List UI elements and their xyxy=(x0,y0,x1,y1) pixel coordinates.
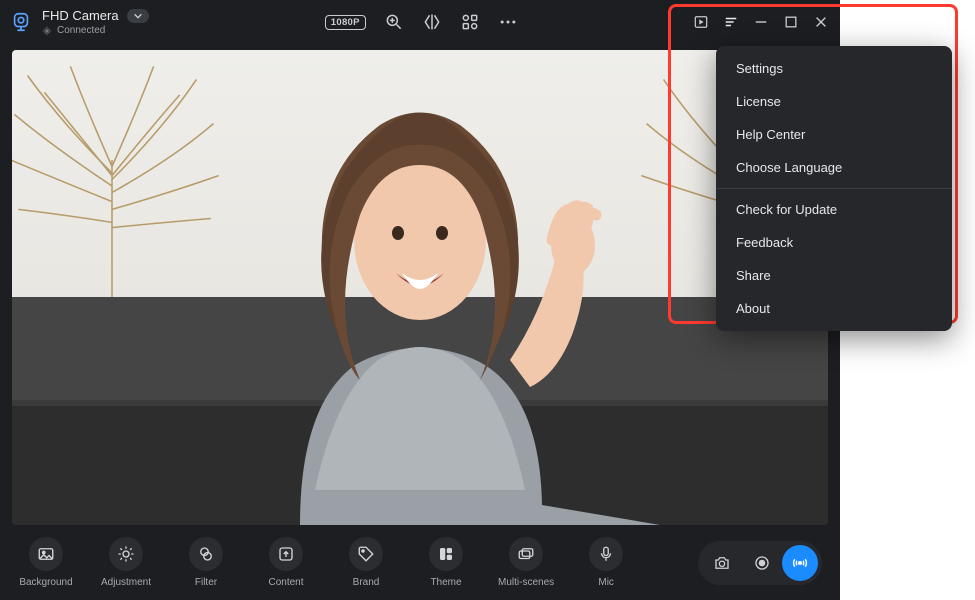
camera-preview xyxy=(12,50,828,525)
status-row: Connected xyxy=(42,25,149,36)
layout-button[interactable] xyxy=(460,12,480,32)
maximize-button[interactable] xyxy=(784,15,798,29)
menu-divider xyxy=(716,188,952,189)
titlebar-left: FHD Camera Connected xyxy=(10,8,149,36)
broadcast-icon xyxy=(791,554,809,572)
image-icon xyxy=(37,545,55,563)
upload-icon xyxy=(277,545,295,563)
camera-icon xyxy=(713,554,731,572)
record-icon xyxy=(753,554,771,572)
more-icon xyxy=(498,12,518,32)
menu-item-settings[interactable]: Settings xyxy=(716,52,952,85)
minimize-icon xyxy=(754,15,768,29)
tag-icon xyxy=(357,545,375,563)
camera-dropdown-toggle[interactable] xyxy=(127,9,149,23)
tool-label: Theme xyxy=(430,577,461,588)
play-window-icon xyxy=(694,15,708,29)
tool-label: Brand xyxy=(353,577,380,588)
filter-icon xyxy=(197,545,215,563)
webcam-icon xyxy=(10,11,32,33)
tool-label: Multi-scenes xyxy=(498,577,554,588)
zoom-in-icon xyxy=(384,12,404,32)
menu-item-about[interactable]: About xyxy=(716,292,952,325)
app-title: FHD Camera xyxy=(42,8,119,23)
menu-icon xyxy=(724,15,738,29)
tool-theme[interactable]: Theme xyxy=(418,537,474,588)
pip-button[interactable] xyxy=(694,15,708,29)
main-menu-dropdown: Settings License Help Center Choose Lang… xyxy=(716,46,952,331)
menu-item-feedback[interactable]: Feedback xyxy=(716,226,952,259)
menu-item-help[interactable]: Help Center xyxy=(716,118,952,151)
tool-brand[interactable]: Brand xyxy=(338,537,394,588)
bottombar: Background Adjustment Filter Content Bra… xyxy=(0,525,840,600)
titlebar: FHD Camera Connected 1080P xyxy=(0,0,840,44)
tool-label: Content xyxy=(268,577,303,588)
tools-right xyxy=(698,541,822,585)
titlebar-center: 1080P xyxy=(325,12,518,32)
mic-icon xyxy=(597,545,615,563)
connection-icon xyxy=(42,26,52,36)
maximize-icon xyxy=(784,15,798,29)
menu-item-license[interactable]: License xyxy=(716,85,952,118)
brightness-icon xyxy=(117,545,135,563)
tool-filter[interactable]: Filter xyxy=(178,537,234,588)
tool-mic[interactable]: Mic xyxy=(578,537,634,588)
tool-label: Adjustment xyxy=(101,577,151,588)
titlebar-right xyxy=(694,15,828,29)
menu-button[interactable] xyxy=(724,15,738,29)
app-window: FHD Camera Connected 1080P xyxy=(0,0,840,600)
menu-item-update[interactable]: Check for Update xyxy=(716,193,952,226)
status-text: Connected xyxy=(57,25,105,36)
flip-icon xyxy=(422,12,442,32)
menu-item-share[interactable]: Share xyxy=(716,259,952,292)
flip-button[interactable] xyxy=(422,12,442,32)
menu-item-language[interactable]: Choose Language xyxy=(716,151,952,184)
decor-person xyxy=(180,65,660,525)
tool-label: Filter xyxy=(195,577,217,588)
tool-adjustment[interactable]: Adjustment xyxy=(98,537,154,588)
scenes-icon xyxy=(517,545,535,563)
title-row: FHD Camera xyxy=(42,8,149,23)
record-button[interactable] xyxy=(742,545,782,581)
close-icon xyxy=(814,15,828,29)
snapshot-button[interactable] xyxy=(702,545,742,581)
resolution-button[interactable]: 1080P xyxy=(325,15,366,30)
minimize-button[interactable] xyxy=(754,15,768,29)
tool-content[interactable]: Content xyxy=(258,537,314,588)
title-block: FHD Camera Connected xyxy=(42,8,149,36)
tools-left: Background Adjustment Filter Content Bra… xyxy=(18,537,634,588)
tool-label: Mic xyxy=(598,577,614,588)
tool-background[interactable]: Background xyxy=(18,537,74,588)
close-button[interactable] xyxy=(814,15,828,29)
chevron-down-icon xyxy=(133,12,143,20)
grid-icon xyxy=(460,12,480,32)
zoom-button[interactable] xyxy=(384,12,404,32)
more-button[interactable] xyxy=(498,12,518,32)
broadcast-button[interactable] xyxy=(782,545,818,581)
tool-label: Background xyxy=(19,577,72,588)
tool-multiscenes[interactable]: Multi-scenes xyxy=(498,537,554,588)
theme-icon xyxy=(437,545,455,563)
